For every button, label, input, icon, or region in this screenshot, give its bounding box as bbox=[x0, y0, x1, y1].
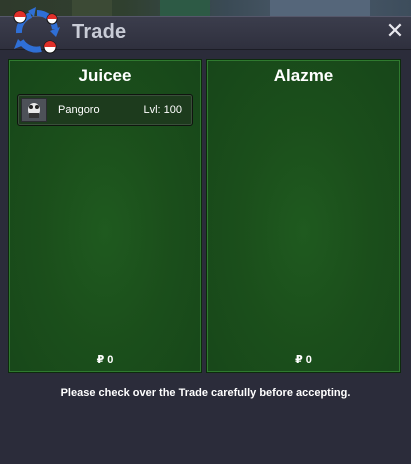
pokeball-logo-icon bbox=[13, 7, 60, 54]
background-tile bbox=[72, 0, 112, 16]
trade-item-slot[interactable]: Pangoro Lvl: 100 bbox=[17, 94, 193, 126]
player-name: Alazme bbox=[273, 66, 334, 85]
window-title: Trade bbox=[72, 21, 127, 43]
trade-panel-partner: Alazme ₽0 bbox=[206, 59, 401, 373]
background-tile bbox=[270, 0, 370, 16]
close-button[interactable]: ✕ bbox=[385, 19, 405, 43]
money-amount: 0 bbox=[305, 354, 312, 366]
item-name: Pangoro bbox=[58, 104, 100, 116]
player-name: Juicee bbox=[78, 66, 132, 85]
pangoro-sprite-icon bbox=[21, 98, 47, 122]
currency-icon: ₽ bbox=[96, 354, 105, 366]
trade-window: Trade ✕ Juicee Pangoro Lvl: 100 ₽ 0 Alaz… bbox=[0, 7, 411, 464]
trade-panel-self: Juicee Pangoro Lvl: 100 ₽0 bbox=[8, 59, 202, 373]
trade-notice: Please check over the Trade carefully be… bbox=[60, 387, 351, 399]
currency-icon: ₽ bbox=[295, 354, 303, 366]
background-tile bbox=[160, 0, 210, 16]
money-amount: 0 bbox=[107, 354, 114, 366]
money-offer: ₽0 bbox=[207, 353, 400, 366]
money-offer: ₽0 bbox=[9, 353, 201, 366]
item-level: Lvl: 100 bbox=[143, 104, 182, 116]
